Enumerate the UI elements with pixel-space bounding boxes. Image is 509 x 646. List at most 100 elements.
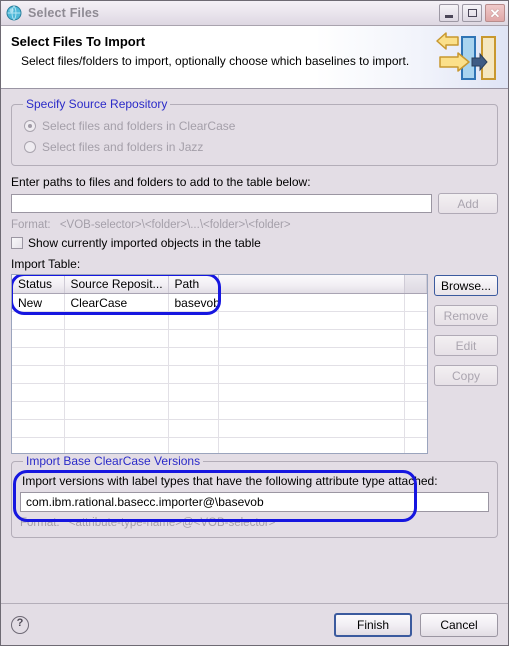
- paths-format-value: <VOB-selector>\<folder>\...\<folder>\<fo…: [59, 219, 291, 231]
- table-row-empty[interactable]: [12, 311, 427, 330]
- add-button[interactable]: Add: [438, 193, 498, 214]
- import-table-label: Import Table:: [11, 257, 81, 271]
- cell-empty: [404, 383, 427, 402]
- table-row-empty[interactable]: [12, 437, 427, 453]
- base-versions-legend: Import Base ClearCase Versions: [26, 454, 201, 468]
- show-imported-checkbox[interactable]: [11, 237, 23, 249]
- cell-empty: [12, 347, 65, 366]
- cell-empty: [218, 347, 405, 366]
- radio-clearcase-icon: [24, 119, 36, 132]
- title-bar: Select Files ✕: [1, 1, 508, 26]
- cell-empty: [404, 401, 427, 420]
- cell-empty: [64, 329, 169, 348]
- paths-row: Add: [11, 193, 498, 214]
- cell-empty: [168, 329, 219, 348]
- cell-empty: [404, 311, 427, 330]
- show-imported-checkbox-row[interactable]: Show currently imported objects in the t…: [11, 236, 498, 250]
- paths-format-hint: Format: <VOB-selector>\<folder>\...\<fol…: [11, 219, 498, 231]
- import-table-wrapper[interactable]: Status Source Reposit... Path New ClearC…: [11, 274, 428, 454]
- cell-empty: [218, 311, 405, 330]
- base-versions-format-label: Format:: [20, 517, 60, 529]
- table-row-empty[interactable]: [12, 419, 427, 438]
- cell-empty: [404, 437, 427, 453]
- paths-input[interactable]: [11, 194, 432, 213]
- table-row-empty[interactable]: [12, 401, 427, 420]
- cell-empty: [168, 437, 219, 453]
- cell-empty: [218, 401, 405, 420]
- finish-button[interactable]: Finish: [334, 612, 412, 637]
- table-body: New ClearCase basevob: [12, 293, 427, 453]
- cell-filler: [404, 293, 427, 312]
- dialog-content: Specify Source Repository Select files a…: [1, 89, 508, 581]
- source-repository-group: Specify Source Repository Select files a…: [11, 97, 498, 166]
- radio-jazz[interactable]: Select files and folders in Jazz: [24, 136, 489, 157]
- banner: Select Files To Import Select files/fold…: [1, 26, 508, 89]
- import-arrows-icon: [436, 31, 498, 83]
- minimize-button[interactable]: [439, 4, 459, 22]
- cell-empty: [168, 311, 219, 330]
- cell-empty: [218, 437, 405, 453]
- remove-button[interactable]: Remove: [434, 305, 498, 326]
- radio-clearcase[interactable]: Select files and folders in ClearCase: [24, 115, 489, 136]
- close-button[interactable]: ✕: [485, 4, 505, 22]
- minimize-icon: [445, 14, 453, 18]
- column-header-path[interactable]: Path: [168, 275, 219, 294]
- copy-button[interactable]: Copy: [434, 365, 498, 386]
- window-title: Select Files: [28, 6, 100, 20]
- table-side-buttons: Browse... Remove Edit Copy: [434, 274, 498, 454]
- cell-empty: [168, 347, 219, 366]
- select-files-dialog: Select Files ✕ Select Files To Import Se…: [0, 0, 509, 646]
- globe-icon: [6, 5, 22, 21]
- table-row-empty[interactable]: [12, 383, 427, 402]
- page-subtitle: Select files/folders to import, optional…: [21, 54, 410, 68]
- dialog-footer: ? Finish Cancel: [1, 603, 508, 645]
- cell-empty: [218, 329, 405, 348]
- cell-empty: [168, 365, 219, 384]
- cell-blank: [218, 293, 405, 312]
- help-icon[interactable]: ?: [11, 615, 29, 634]
- cell-empty: [12, 419, 65, 438]
- cell-empty: [404, 329, 427, 348]
- paths-label: Enter paths to files and folders to add …: [11, 175, 311, 189]
- cell-empty: [168, 419, 219, 438]
- table-header-row: Status Source Reposit... Path: [12, 275, 427, 294]
- cell-empty: [168, 401, 219, 420]
- base-versions-format-value: <attribute-type-name>@<VOB-selector>: [68, 517, 276, 529]
- base-versions-instruction: Import versions with label types that ha…: [22, 474, 438, 488]
- source-repository-legend: Specify Source Repository: [26, 97, 168, 111]
- cell-empty: [12, 383, 65, 402]
- column-header-blank[interactable]: [218, 275, 405, 294]
- table-row-empty[interactable]: [12, 347, 427, 366]
- table-row[interactable]: New ClearCase basevob: [12, 293, 427, 312]
- column-header-source-repository[interactable]: Source Reposit...: [64, 275, 169, 294]
- show-imported-label: Show currently imported objects in the t…: [28, 236, 261, 250]
- table-row-empty[interactable]: [12, 365, 427, 384]
- table-row-empty[interactable]: [12, 329, 427, 348]
- column-header-status[interactable]: Status: [12, 275, 65, 294]
- cell-empty: [404, 347, 427, 366]
- attribute-type-input[interactable]: [20, 492, 489, 512]
- import-table-area: Status Source Reposit... Path New ClearC…: [11, 274, 498, 454]
- cell-empty: [404, 365, 427, 384]
- cell-status: New: [12, 293, 65, 312]
- cell-empty: [64, 419, 169, 438]
- cell-source-repository: ClearCase: [64, 293, 169, 312]
- cell-empty: [64, 401, 169, 420]
- cell-empty: [12, 401, 65, 420]
- cell-empty: [218, 365, 405, 384]
- edit-button[interactable]: Edit: [434, 335, 498, 356]
- cell-empty: [12, 311, 65, 330]
- cancel-button[interactable]: Cancel: [420, 612, 498, 637]
- base-versions-group: Import Base ClearCase Versions Import ve…: [11, 454, 498, 538]
- import-table: Status Source Reposit... Path New ClearC…: [12, 275, 427, 453]
- cell-empty: [12, 437, 65, 453]
- cell-empty: [12, 329, 65, 348]
- cell-empty: [218, 383, 405, 402]
- cell-empty: [64, 437, 169, 453]
- column-header-filler: [404, 275, 427, 294]
- browse-button[interactable]: Browse...: [434, 275, 498, 296]
- radio-jazz-label: Select files and folders in Jazz: [42, 139, 204, 154]
- maximize-button[interactable]: [462, 4, 482, 22]
- radio-jazz-icon: [24, 140, 36, 153]
- cell-empty: [168, 383, 219, 402]
